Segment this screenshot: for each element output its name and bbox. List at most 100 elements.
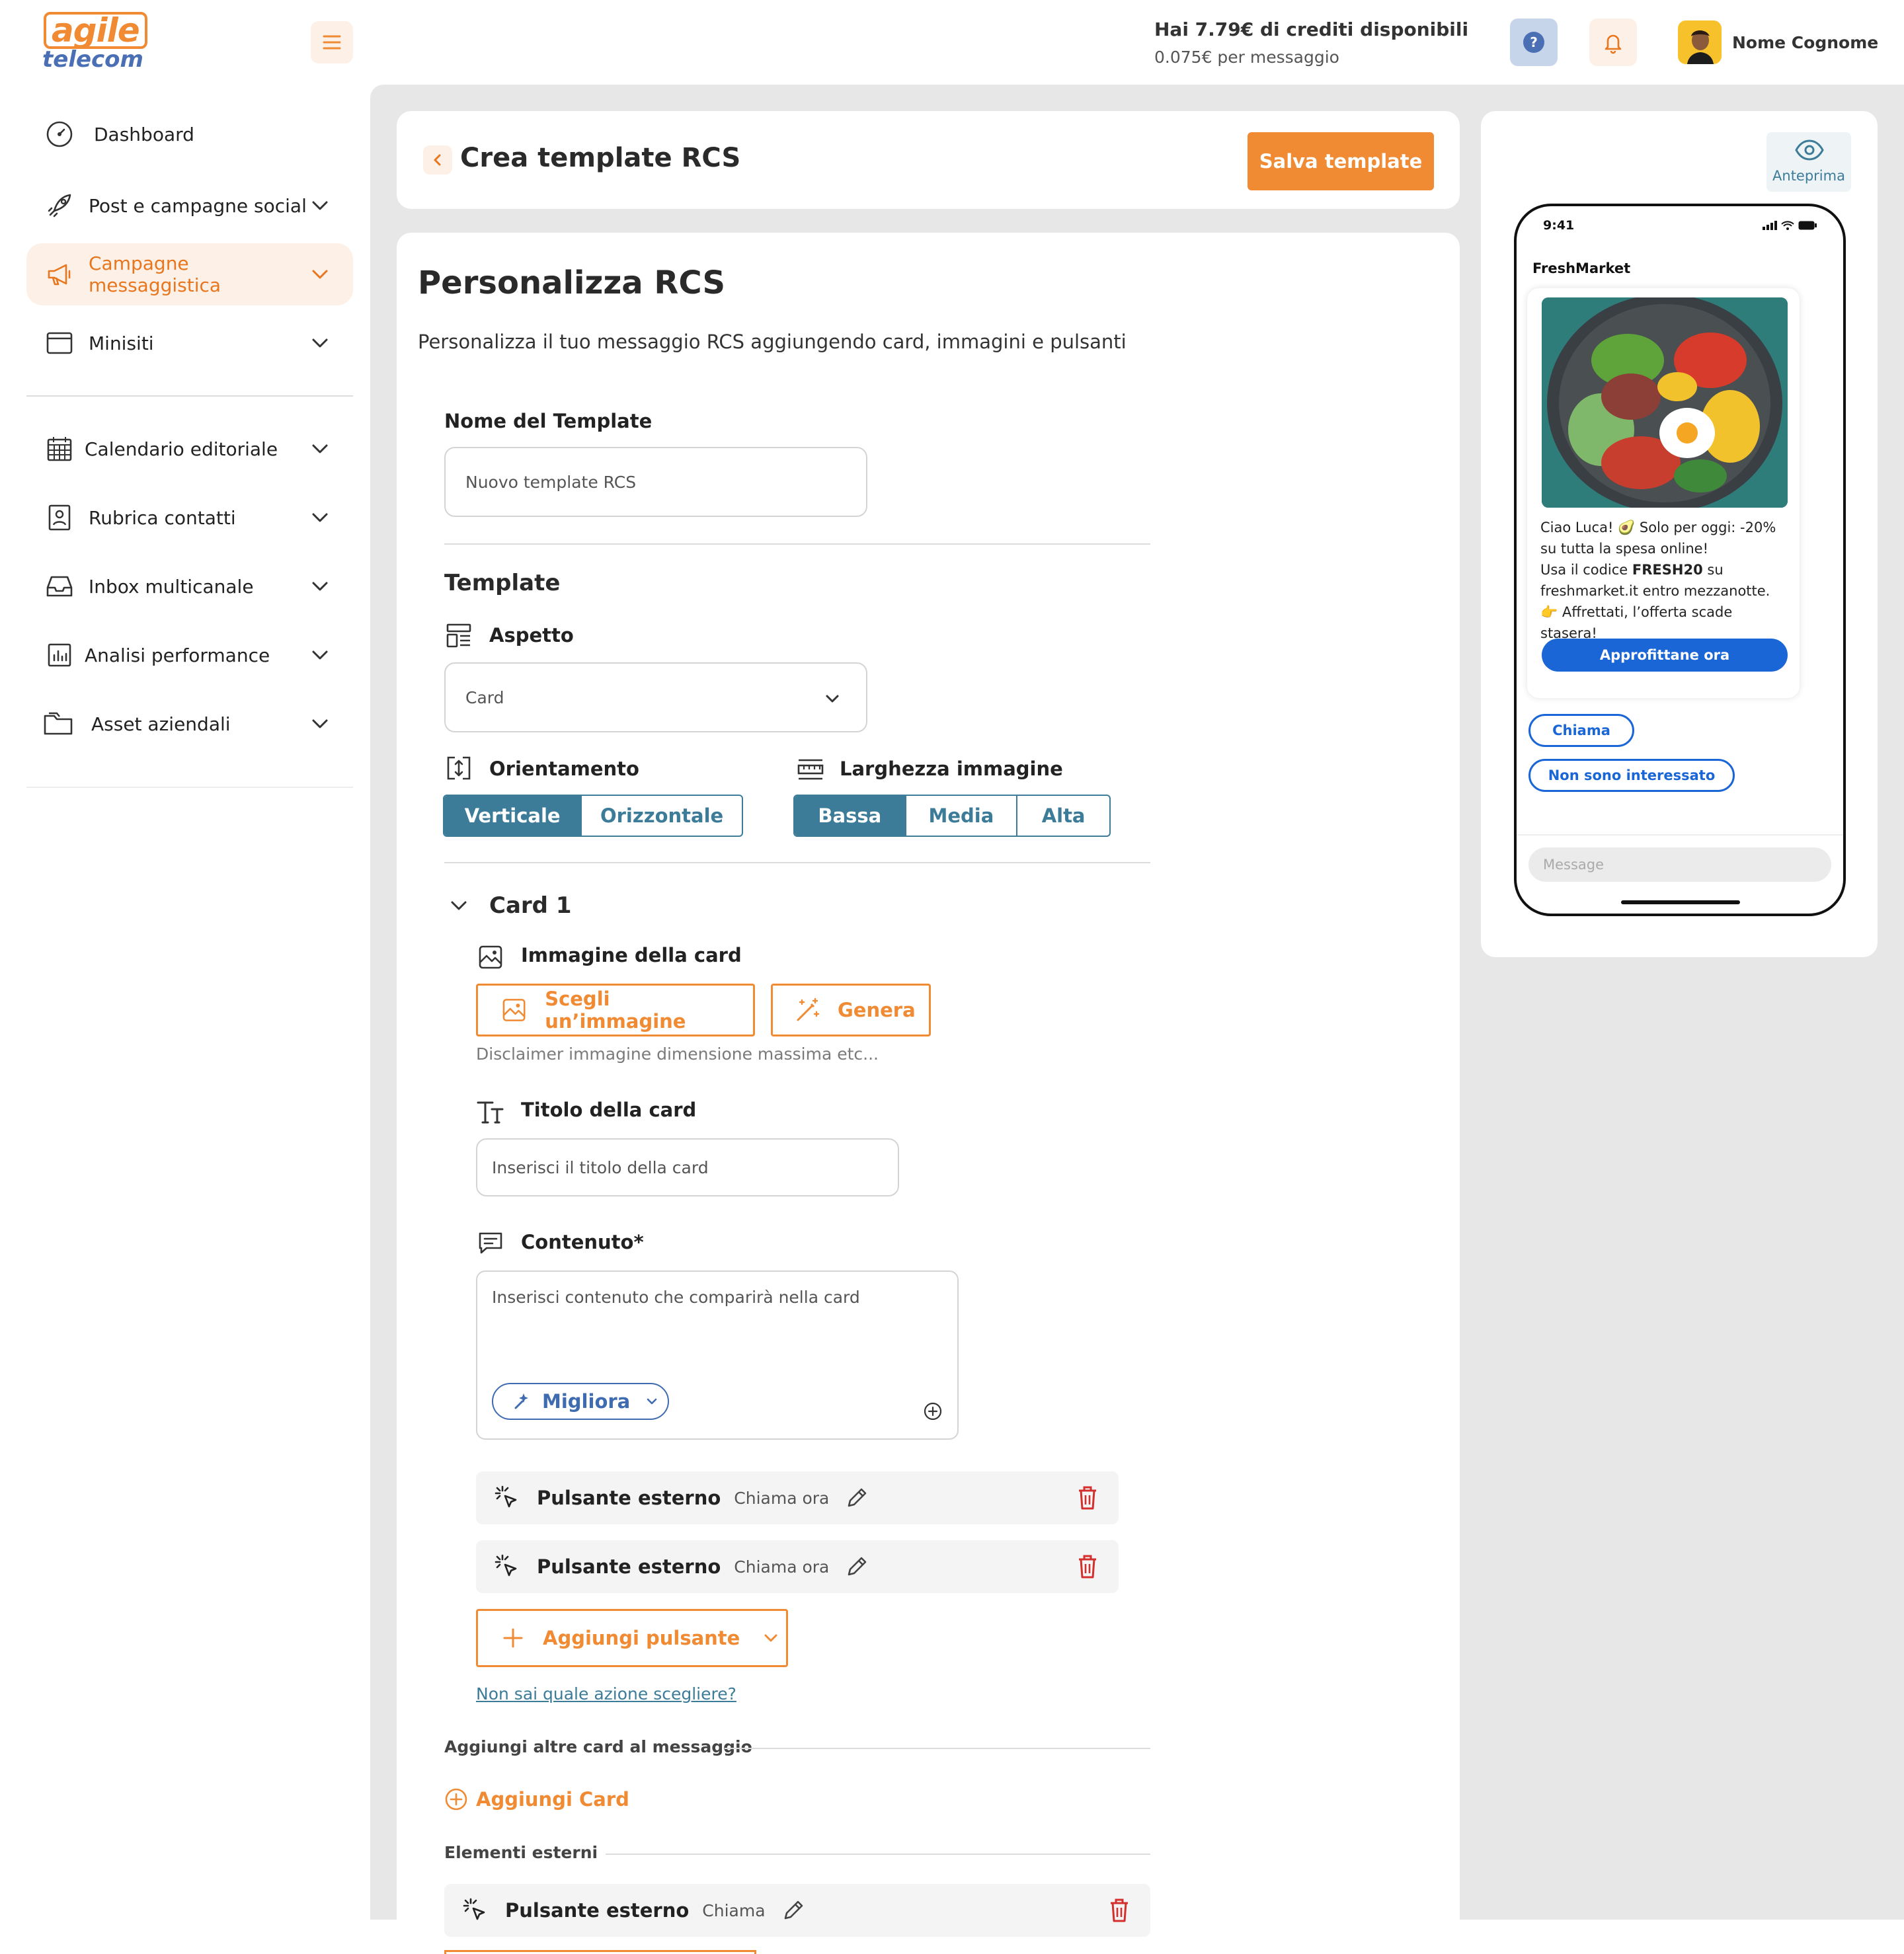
section-description: Personalizza il tuo messaggio RCS aggiun… <box>418 331 1127 353</box>
sidebar-item-label: Rubrica contatti <box>89 506 236 529</box>
chip-call[interactable]: Chiama <box>1528 714 1634 747</box>
chart-icon <box>38 634 81 676</box>
composer-divider <box>1517 834 1843 836</box>
collapse-chevron-icon[interactable] <box>447 894 471 918</box>
button-type: Pulsante esterno <box>537 1487 721 1509</box>
card-title-label: Titolo della card <box>521 1099 697 1121</box>
sidebar-item-post-social[interactable]: Post e campagne social <box>26 175 353 237</box>
add-card-button[interactable]: Aggiungi Card <box>444 1787 629 1811</box>
card-image-label: Immagine della card <box>521 944 742 966</box>
logo-agile-text: agile <box>44 12 147 49</box>
trash-icon[interactable] <box>1076 1485 1099 1511</box>
phone-frame: 9:41 FreshMarket Ciao Luca! 🥑 Solo per o… <box>1514 204 1846 916</box>
trash-icon[interactable] <box>1108 1897 1130 1924</box>
sidebar-divider <box>26 787 353 788</box>
chevron-down-icon <box>312 719 328 728</box>
orientation-toggle: Verticale Orizzontale <box>443 795 743 837</box>
layout-icon <box>446 623 471 648</box>
section-divider <box>606 1854 1150 1855</box>
improve-button[interactable]: Migliora <box>492 1383 669 1420</box>
sidebar-item-assets[interactable]: Asset aziendali <box>26 693 353 755</box>
sidebar-item-analytics[interactable]: Analisi performance <box>26 624 353 686</box>
template-heading: Template <box>444 570 561 596</box>
card-section-title: Card 1 <box>489 892 572 919</box>
template-name-input[interactable]: Nuovo template RCS <box>444 447 867 517</box>
trash-icon[interactable] <box>1076 1553 1099 1580</box>
message-line: freshmarket.it entro mezzanotte. <box>1540 583 1770 599</box>
message-line: 👉 Affrettati, l’offerta scade stasera! <box>1540 604 1733 641</box>
user-menu[interactable]: Nome Cognome <box>1678 19 1883 66</box>
card-title-input[interactable]: Inserisci il titolo della card <box>476 1138 899 1196</box>
help-link[interactable]: Non sai quale azione scegliere? <box>476 1684 736 1703</box>
save-template-button[interactable]: Salva template <box>1248 132 1434 190</box>
help-button[interactable]: ? <box>1510 19 1558 66</box>
card-button-row[interactable]: Pulsante esterno Chiama ora <box>476 1540 1119 1593</box>
logo[interactable]: agile telecom <box>41 12 153 73</box>
pencil-icon[interactable] <box>845 1486 869 1510</box>
width-option-high[interactable]: Alta <box>1017 796 1109 836</box>
preview-toggle-button[interactable]: Anteprima <box>1766 132 1851 192</box>
promo-code: FRESH20 <box>1632 562 1703 578</box>
form-card: Personalizza RCS Personalizza il tuo mes… <box>397 233 1460 1954</box>
aspect-select[interactable]: Card <box>444 662 867 732</box>
rcs-cta-button[interactable]: Approfittane ora <box>1542 639 1788 672</box>
width-option-medium[interactable]: Media <box>906 796 1018 836</box>
choose-image-button[interactable]: Scegli un’immagine <box>476 984 755 1036</box>
sidebar-item-dashboard[interactable]: Dashboard <box>26 103 353 165</box>
sidebar-item-messaging[interactable]: Campagne messaggistica <box>26 243 353 305</box>
content-placeholder: Inserisci contenuto che comparirà nella … <box>492 1288 860 1307</box>
sidebar-item-minisiti[interactable]: Minisiti <box>26 312 353 374</box>
chevron-down-icon <box>312 650 328 660</box>
notifications-button[interactable] <box>1589 19 1637 66</box>
folder-icon <box>38 703 81 745</box>
chip-not-interested[interactable]: Non sono interessato <box>1528 759 1735 792</box>
sidebar-item-inbox[interactable]: Inbox multicanale <box>26 555 353 617</box>
add-circle-icon <box>445 1788 467 1811</box>
sidebar-item-label: Campagne messaggistica <box>89 253 221 296</box>
add-more-cards-label: Aggiungi altre card al messaggio <box>444 1737 752 1756</box>
credits-text: Hai 7.79€ di crediti disponibili <box>1154 19 1469 40</box>
generate-image-button[interactable]: Genera <box>771 984 931 1036</box>
avatar <box>1678 20 1722 64</box>
dashboard-icon <box>38 113 81 155</box>
partial-button[interactable] <box>444 1950 756 1954</box>
content-textarea[interactable]: Inserisci contenuto che comparirà nella … <box>476 1270 959 1440</box>
add-card-label: Aggiungi Card <box>476 1788 629 1811</box>
sidebar-item-label: Inbox multicanale <box>89 575 254 598</box>
click-icon <box>495 1485 517 1508</box>
sidebar-item-contacts[interactable]: Rubrica contatti <box>26 487 353 549</box>
chevron-down-icon <box>312 513 328 522</box>
menu-toggle-button[interactable] <box>311 21 353 63</box>
question-icon: ? <box>1523 32 1544 53</box>
eye-icon <box>1795 139 1824 161</box>
sidebar-item-label: Calendario editoriale <box>85 438 278 460</box>
hamburger-icon <box>323 35 341 50</box>
back-button[interactable] <box>423 145 452 175</box>
chevron-left-icon <box>434 154 441 166</box>
add-button-dropdown[interactable]: Aggiungi pulsante <box>476 1609 788 1667</box>
section-title: Personalizza RCS <box>418 264 726 301</box>
section-divider <box>725 1748 1150 1749</box>
contact-icon <box>38 496 81 539</box>
card-button-row[interactable]: Pulsante esterno Chiama ora <box>476 1471 1119 1524</box>
chevron-down-icon <box>826 695 839 703</box>
bell-icon <box>1605 34 1622 54</box>
message-input[interactable]: Message <box>1528 847 1831 882</box>
add-circle-icon[interactable] <box>923 1401 943 1421</box>
sidebar-item-calendar[interactable]: Calendario editoriale <box>26 418 353 480</box>
orientation-option-vertical[interactable]: Verticale <box>444 796 582 836</box>
rocket-icon <box>38 184 81 227</box>
orientation-option-horizontal[interactable]: Orizzontale <box>582 796 742 836</box>
text-size-icon <box>477 1101 504 1124</box>
rcs-message: Ciao Luca! 🥑 Solo per oggi: -20% su tutt… <box>1540 517 1792 644</box>
chevron-down-icon <box>312 338 328 348</box>
wifi-icon <box>1781 221 1794 230</box>
pencil-icon[interactable] <box>845 1555 869 1579</box>
external-button-row[interactable]: Pulsante esterno Chiama <box>444 1884 1150 1937</box>
width-option-low[interactable]: Bassa <box>795 796 906 836</box>
generate-label: Genera <box>838 999 916 1021</box>
sidebar-item-label: Analisi performance <box>85 644 270 666</box>
pencil-icon[interactable] <box>781 1898 805 1922</box>
chevron-down-icon <box>312 582 328 591</box>
sidebar-item-label: Asset aziendali <box>91 713 231 735</box>
